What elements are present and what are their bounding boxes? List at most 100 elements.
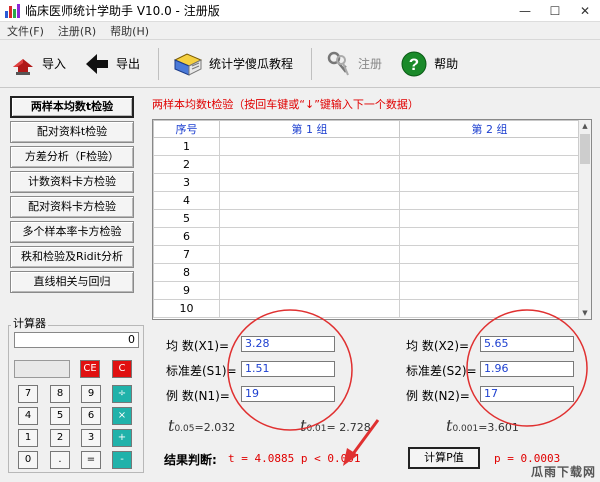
test-selector-panel: 两样本均数t检验 配对资料t检验 方差分析（F检验） 计数资料卡方检验 配对资料… bbox=[10, 96, 138, 296]
table-row: 8 bbox=[153, 263, 580, 282]
watermark: 瓜雨下载网 bbox=[530, 465, 596, 479]
n1-field[interactable]: 19 bbox=[241, 386, 335, 402]
calc-key-divide[interactable]: ÷ bbox=[112, 385, 132, 403]
group1-cell[interactable] bbox=[219, 173, 400, 192]
calculator-display: 0 bbox=[14, 332, 139, 348]
t-critical-001: t0.01= 2.728 bbox=[300, 416, 371, 435]
calc-key-ce[interactable]: CE bbox=[80, 360, 100, 378]
row-index: 7 bbox=[153, 245, 220, 264]
register-button[interactable]: 注册 bbox=[326, 50, 382, 78]
tutorial-book-icon bbox=[173, 52, 203, 76]
calculate-p-button[interactable]: 计算P值 bbox=[408, 447, 480, 469]
sd2-field[interactable]: 1.96 bbox=[480, 361, 574, 377]
import-button[interactable]: 导入 bbox=[10, 51, 66, 77]
help-button[interactable]: ? 帮助 bbox=[400, 50, 458, 78]
import-label: 导入 bbox=[42, 57, 67, 71]
group2-cell[interactable] bbox=[399, 281, 580, 300]
tutorial-button[interactable]: 统计学傻瓜教程 bbox=[173, 50, 293, 78]
group1-cell[interactable] bbox=[219, 281, 400, 300]
group2-cell[interactable] bbox=[399, 245, 580, 264]
mean1-field[interactable]: 3.28 bbox=[241, 336, 335, 352]
calc-key-2[interactable]: 2 bbox=[50, 429, 70, 447]
calc-key-6[interactable]: 6 bbox=[81, 407, 101, 425]
menu-help[interactable]: 帮助(H) bbox=[103, 23, 156, 39]
mean2-field[interactable]: 5.65 bbox=[480, 336, 574, 352]
group1-cell[interactable] bbox=[219, 245, 400, 264]
group2-cell[interactable] bbox=[399, 209, 580, 228]
scroll-up-arrow-icon[interactable]: ▲ bbox=[579, 120, 591, 132]
calc-key-9[interactable]: 9 bbox=[81, 385, 101, 403]
calc-key-8[interactable]: 8 bbox=[50, 385, 70, 403]
tutorial-label: 统计学傻瓜教程 bbox=[209, 57, 294, 71]
n1-label: 例 数(N1)= bbox=[166, 389, 230, 403]
col-header-index: 序号 bbox=[153, 120, 220, 138]
close-button[interactable]: ✕ bbox=[570, 0, 600, 22]
group2-cell[interactable] bbox=[399, 227, 580, 246]
calc-key-0[interactable]: 0 bbox=[18, 451, 38, 469]
grid-scrollbar[interactable]: ▲ ▼ bbox=[578, 120, 591, 319]
btn-two-sample-t-test[interactable]: 两样本均数t检验 bbox=[10, 96, 134, 118]
mean2-label: 均 数(X2)= bbox=[406, 339, 470, 353]
table-row: 10 bbox=[153, 299, 580, 318]
btn-linear-regression[interactable]: 直线相关与回归 bbox=[10, 271, 134, 293]
row-index: 9 bbox=[153, 281, 220, 300]
group2-cell[interactable] bbox=[399, 299, 580, 318]
group2-cell[interactable] bbox=[399, 155, 580, 174]
export-button[interactable]: 导出 bbox=[84, 51, 140, 77]
table-row: 9 bbox=[153, 281, 580, 300]
calc-key-dot[interactable]: . bbox=[50, 451, 70, 469]
btn-paired-t-test[interactable]: 配对资料t检验 bbox=[10, 121, 134, 143]
calc-key-5[interactable]: 5 bbox=[50, 407, 70, 425]
group1-cell[interactable] bbox=[219, 299, 400, 318]
window-title: 临床医师统计学助手 V10.0 - 注册版 bbox=[25, 4, 220, 18]
sd2-label: 标准差(S2)= bbox=[406, 364, 477, 378]
calc-key-c[interactable]: C bbox=[112, 360, 132, 378]
maximize-button[interactable]: ☐ bbox=[540, 0, 570, 22]
group1-cell[interactable] bbox=[219, 227, 400, 246]
group2-cell[interactable] bbox=[399, 191, 580, 210]
btn-paired-chi-square[interactable]: 配对资料卡方检验 bbox=[10, 196, 134, 218]
menu-file[interactable]: 文件(F) bbox=[0, 23, 51, 39]
col-header-group1: 第 1 组 bbox=[219, 120, 400, 138]
menu-bar: 文件(F) 注册(R) 帮助(H) bbox=[0, 22, 600, 40]
btn-chi-square[interactable]: 计数资料卡方检验 bbox=[10, 171, 134, 193]
n2-label: 例 数(N2)= bbox=[406, 389, 470, 403]
import-icon bbox=[13, 58, 33, 75]
calc-key-multiply[interactable]: × bbox=[112, 407, 132, 425]
calculator-title: 计算器 bbox=[11, 315, 48, 331]
data-grid[interactable]: 序号 第 1 组 第 2 组 1 2 3 4 5 6 7 8 9 10 ▲ ▼ bbox=[152, 119, 592, 320]
calc-key-minus[interactable]: - bbox=[112, 451, 132, 469]
sd1-field[interactable]: 1.51 bbox=[241, 361, 335, 377]
calc-key-3[interactable]: 3 bbox=[81, 429, 101, 447]
calc-key-equals[interactable]: = bbox=[81, 451, 101, 469]
calc-key-4[interactable]: 4 bbox=[18, 407, 38, 425]
calc-key-plus[interactable]: + bbox=[112, 429, 132, 447]
group2-cell[interactable] bbox=[399, 263, 580, 282]
export-arrow-icon bbox=[86, 53, 109, 74]
n2-field[interactable]: 17 bbox=[480, 386, 574, 402]
group2-cell[interactable] bbox=[399, 173, 580, 192]
calc-key-7[interactable]: 7 bbox=[18, 385, 38, 403]
group1-cell[interactable] bbox=[219, 155, 400, 174]
btn-anova[interactable]: 方差分析（F检验） bbox=[10, 146, 134, 168]
group2-cell[interactable] bbox=[399, 137, 580, 156]
scroll-thumb[interactable] bbox=[580, 134, 590, 164]
group1-cell[interactable] bbox=[219, 191, 400, 210]
btn-multi-rate-chi-square[interactable]: 多个样本率卡方检验 bbox=[10, 221, 134, 243]
toolbar-separator bbox=[158, 47, 160, 80]
minimize-button[interactable]: — bbox=[510, 0, 540, 22]
group1-cell[interactable] bbox=[219, 137, 400, 156]
group1-cell[interactable] bbox=[219, 263, 400, 282]
scroll-down-arrow-icon[interactable]: ▼ bbox=[579, 307, 591, 319]
toolbar: 导入 导出 统计学傻瓜教程 注册 ? 帮助 bbox=[0, 40, 600, 88]
btn-rank-sum-ridit[interactable]: 秩和检验及Ridit分析 bbox=[10, 246, 134, 268]
calc-key-1[interactable]: 1 bbox=[18, 429, 38, 447]
row-index: 4 bbox=[153, 191, 220, 210]
table-row: 2 bbox=[153, 155, 580, 174]
row-index: 5 bbox=[153, 209, 220, 228]
row-index: 1 bbox=[153, 137, 220, 156]
menu-register[interactable]: 注册(R) bbox=[51, 23, 103, 39]
group1-cell[interactable] bbox=[219, 209, 400, 228]
row-index: 6 bbox=[153, 227, 220, 246]
help-question-icon: ? bbox=[401, 51, 427, 76]
